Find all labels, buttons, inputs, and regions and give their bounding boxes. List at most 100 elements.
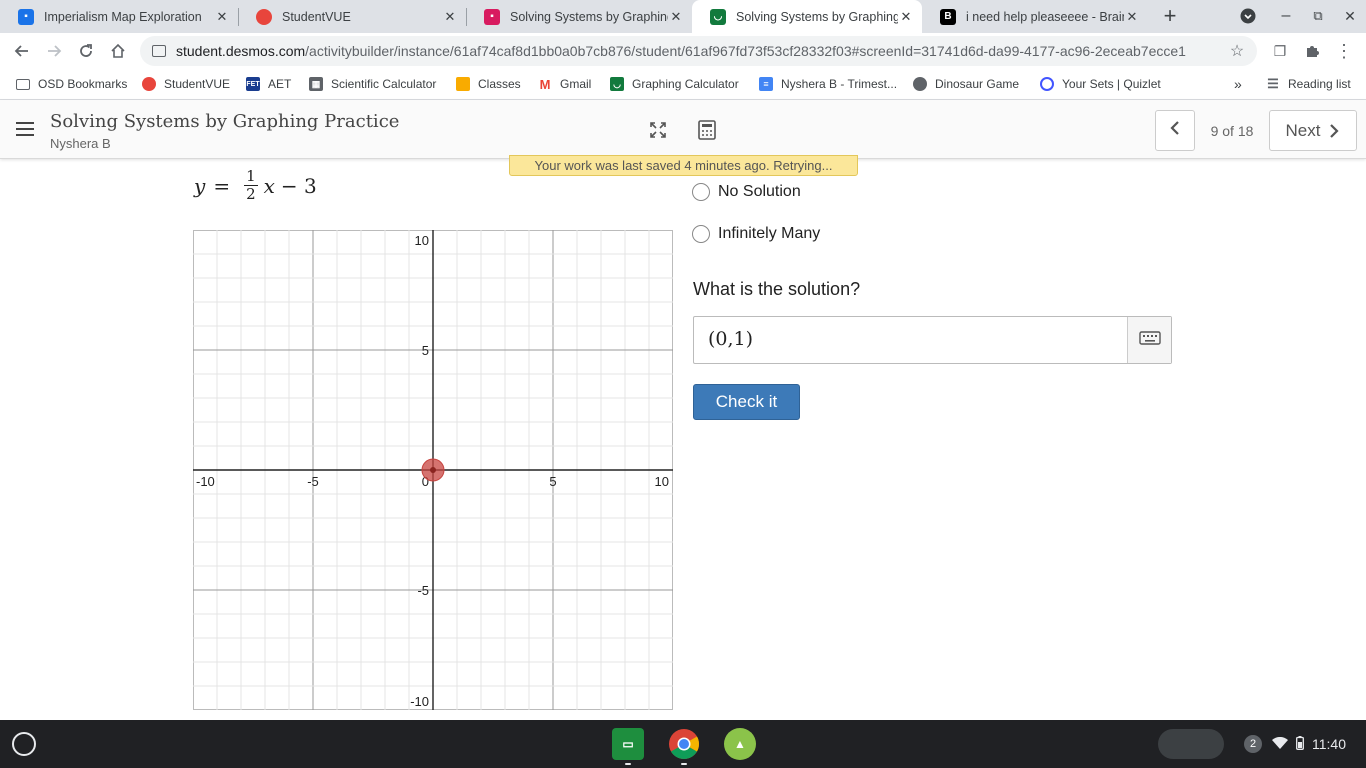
browser-tab[interactable]: StudentVUE ✕ xyxy=(238,0,466,33)
android-app-icon[interactable]: ▲ xyxy=(724,728,756,760)
chevron-right-icon xyxy=(1328,123,1340,138)
x-tick-label: 5 xyxy=(549,474,556,489)
coordinate-graph[interactable]: -10 -5 0 5 10105-5-10 xyxy=(193,230,673,710)
close-icon[interactable]: ✕ xyxy=(1124,9,1140,25)
y-tick-label: -5 xyxy=(417,583,429,598)
reading-list-icon: ☰ xyxy=(1267,76,1279,91)
next-screen-button[interactable]: Next xyxy=(1269,110,1357,151)
bookmark-item[interactable]: Dinosaur Game xyxy=(913,75,1019,93)
bookmark-label: AET xyxy=(268,77,292,91)
tab-title: Solving Systems by Graphing Practice xyxy=(736,9,898,24)
equation-fraction: 1 2 xyxy=(244,168,258,203)
bookmark-label: Classes xyxy=(478,77,521,91)
check-it-button[interactable]: Check it xyxy=(693,384,800,420)
quizlet-icon xyxy=(1040,77,1054,91)
launcher-icon[interactable] xyxy=(12,732,36,756)
minimize-icon[interactable]: – xyxy=(1273,4,1299,28)
question-prompt: What is the solution? xyxy=(693,279,861,299)
browser-tab-active[interactable]: ◡ Solving Systems by Graphing Practice ✕ xyxy=(692,0,922,33)
url-text: student.desmos.com/activitybuilder/insta… xyxy=(176,43,1225,59)
url-host: student.desmos.com xyxy=(176,43,306,59)
extension-icon[interactable]: ❐ xyxy=(1266,37,1294,65)
classes-icon: ▪ xyxy=(484,8,500,25)
hamburger-menu-icon[interactable] xyxy=(16,122,34,136)
back-arrow-icon[interactable] xyxy=(8,37,36,65)
chevron-left-icon xyxy=(1169,121,1181,140)
bookmark-item[interactable]: ≡ Nyshera B - Trimest... xyxy=(759,75,897,93)
restore-window-icon[interactable]: ⧉ xyxy=(1305,4,1331,28)
screen-counter: 9 of 18 xyxy=(1210,123,1254,139)
x-tick-label: -10 xyxy=(196,474,215,489)
y-tick-label: 10 xyxy=(415,233,429,248)
bookmark-item[interactable]: ◡ Graphing Calculator xyxy=(610,75,739,93)
google-classroom-icon: ▪ xyxy=(18,8,34,25)
tab-search-chevron-icon[interactable] xyxy=(1235,4,1261,28)
bookmark-label: Dinosaur Game xyxy=(935,77,1020,91)
bookmark-label: OSD Bookmarks xyxy=(38,77,128,91)
fullscreen-icon[interactable] xyxy=(648,120,668,140)
new-tab-plus-icon[interactable]: + xyxy=(1157,3,1183,28)
equation-tail: − 3 xyxy=(280,173,317,198)
bookmark-item[interactable]: FET AET xyxy=(246,75,291,93)
tab-title: i need help pleaseeee - Brainly xyxy=(966,9,1124,24)
more-bookmarks-chevron-icon[interactable]: » xyxy=(1234,75,1242,93)
notification-count: 2 xyxy=(1244,735,1262,753)
bookmark-item[interactable]: StudentVUE xyxy=(142,75,230,93)
equation-variable: x xyxy=(263,173,275,198)
browser-tab[interactable]: B i need help pleaseeee - Brainly ✕ xyxy=(922,0,1148,33)
app-running-indicator xyxy=(681,763,687,765)
close-icon[interactable]: ✕ xyxy=(214,9,230,25)
tab-title: Solving Systems by Graphing Practice xyxy=(510,9,668,24)
choice-infinitely-many[interactable]: Infinitely Many xyxy=(692,223,820,245)
reading-list-button[interactable]: ☰ Reading list xyxy=(1266,75,1351,93)
desmos-icon: ◡ xyxy=(710,8,726,25)
y-tick-label: 5 xyxy=(422,343,429,358)
wifi-icon xyxy=(1272,736,1288,752)
chrome-icon[interactable] xyxy=(668,728,700,760)
choice-label: No Solution xyxy=(718,183,801,200)
bookmark-item[interactable]: OSD Bookmarks xyxy=(16,75,127,93)
bookmark-label: StudentVUE xyxy=(164,77,231,91)
studentvue-icon xyxy=(256,8,272,25)
bookmark-label: Your Sets | Quizlet xyxy=(1062,77,1161,91)
google-classroom-icon[interactable]: ▭ xyxy=(612,728,644,760)
previous-screen-button[interactable] xyxy=(1155,110,1195,151)
calculator-icon: ▦ xyxy=(309,77,323,91)
clock: 11:40 xyxy=(1312,736,1346,752)
radio-button[interactable] xyxy=(692,183,710,201)
bookmark-label: Scientific Calculator xyxy=(331,77,437,91)
bookmark-item[interactable]: M Gmail xyxy=(538,75,592,93)
address-bar[interactable]: student.desmos.com/activitybuilder/insta… xyxy=(140,36,1257,66)
more-menu-icon[interactable]: ⋮ xyxy=(1330,37,1358,65)
battery-icon xyxy=(1296,735,1304,753)
close-icon[interactable]: ✕ xyxy=(898,9,914,25)
bookmark-item[interactable]: Your Sets | Quizlet xyxy=(1040,75,1161,93)
close-icon[interactable]: ✕ xyxy=(442,9,458,25)
bookmark-item[interactable]: ▦ Scientific Calculator xyxy=(309,75,436,93)
bookmark-item[interactable]: Classes xyxy=(456,75,521,93)
holding-space-tray[interactable] xyxy=(1158,729,1224,759)
x-tick-label: -5 xyxy=(307,474,319,489)
browser-tab[interactable]: ▪ Solving Systems by Graphing Practice ✕ xyxy=(466,0,692,33)
forward-arrow-icon[interactable] xyxy=(40,37,68,65)
status-area[interactable]: 2 11:40 xyxy=(1236,728,1360,760)
globe-icon xyxy=(913,77,927,91)
browser-tab-strip: ▪ Imperialism Map Exploration ✕ StudentV… xyxy=(0,0,1366,33)
close-window-icon[interactable]: ✕ xyxy=(1337,4,1363,28)
reload-icon[interactable] xyxy=(72,37,100,65)
reading-list-label: Reading list xyxy=(1288,77,1351,91)
browser-tab[interactable]: ▪ Imperialism Map Exploration ✕ xyxy=(0,0,238,33)
bookmark-label: Graphing Calculator xyxy=(632,77,739,91)
student-name: Nyshera B xyxy=(50,136,111,151)
site-info-icon[interactable] xyxy=(152,45,166,57)
calculator-icon[interactable] xyxy=(697,120,717,140)
bookmark-star-icon[interactable]: ☆ xyxy=(1225,41,1249,61)
bookmarks-bar: OSD Bookmarks StudentVUE FET AET ▦ Scien… xyxy=(0,69,1366,100)
answer-input[interactable]: (0,1) xyxy=(693,316,1172,364)
puzzle-extensions-icon[interactable] xyxy=(1298,37,1326,65)
choice-no-solution[interactable]: No Solution xyxy=(692,181,801,203)
close-icon[interactable]: ✕ xyxy=(668,9,684,25)
radio-button[interactable] xyxy=(692,225,710,243)
home-icon[interactable] xyxy=(104,37,132,65)
keyboard-button[interactable] xyxy=(1127,317,1171,363)
